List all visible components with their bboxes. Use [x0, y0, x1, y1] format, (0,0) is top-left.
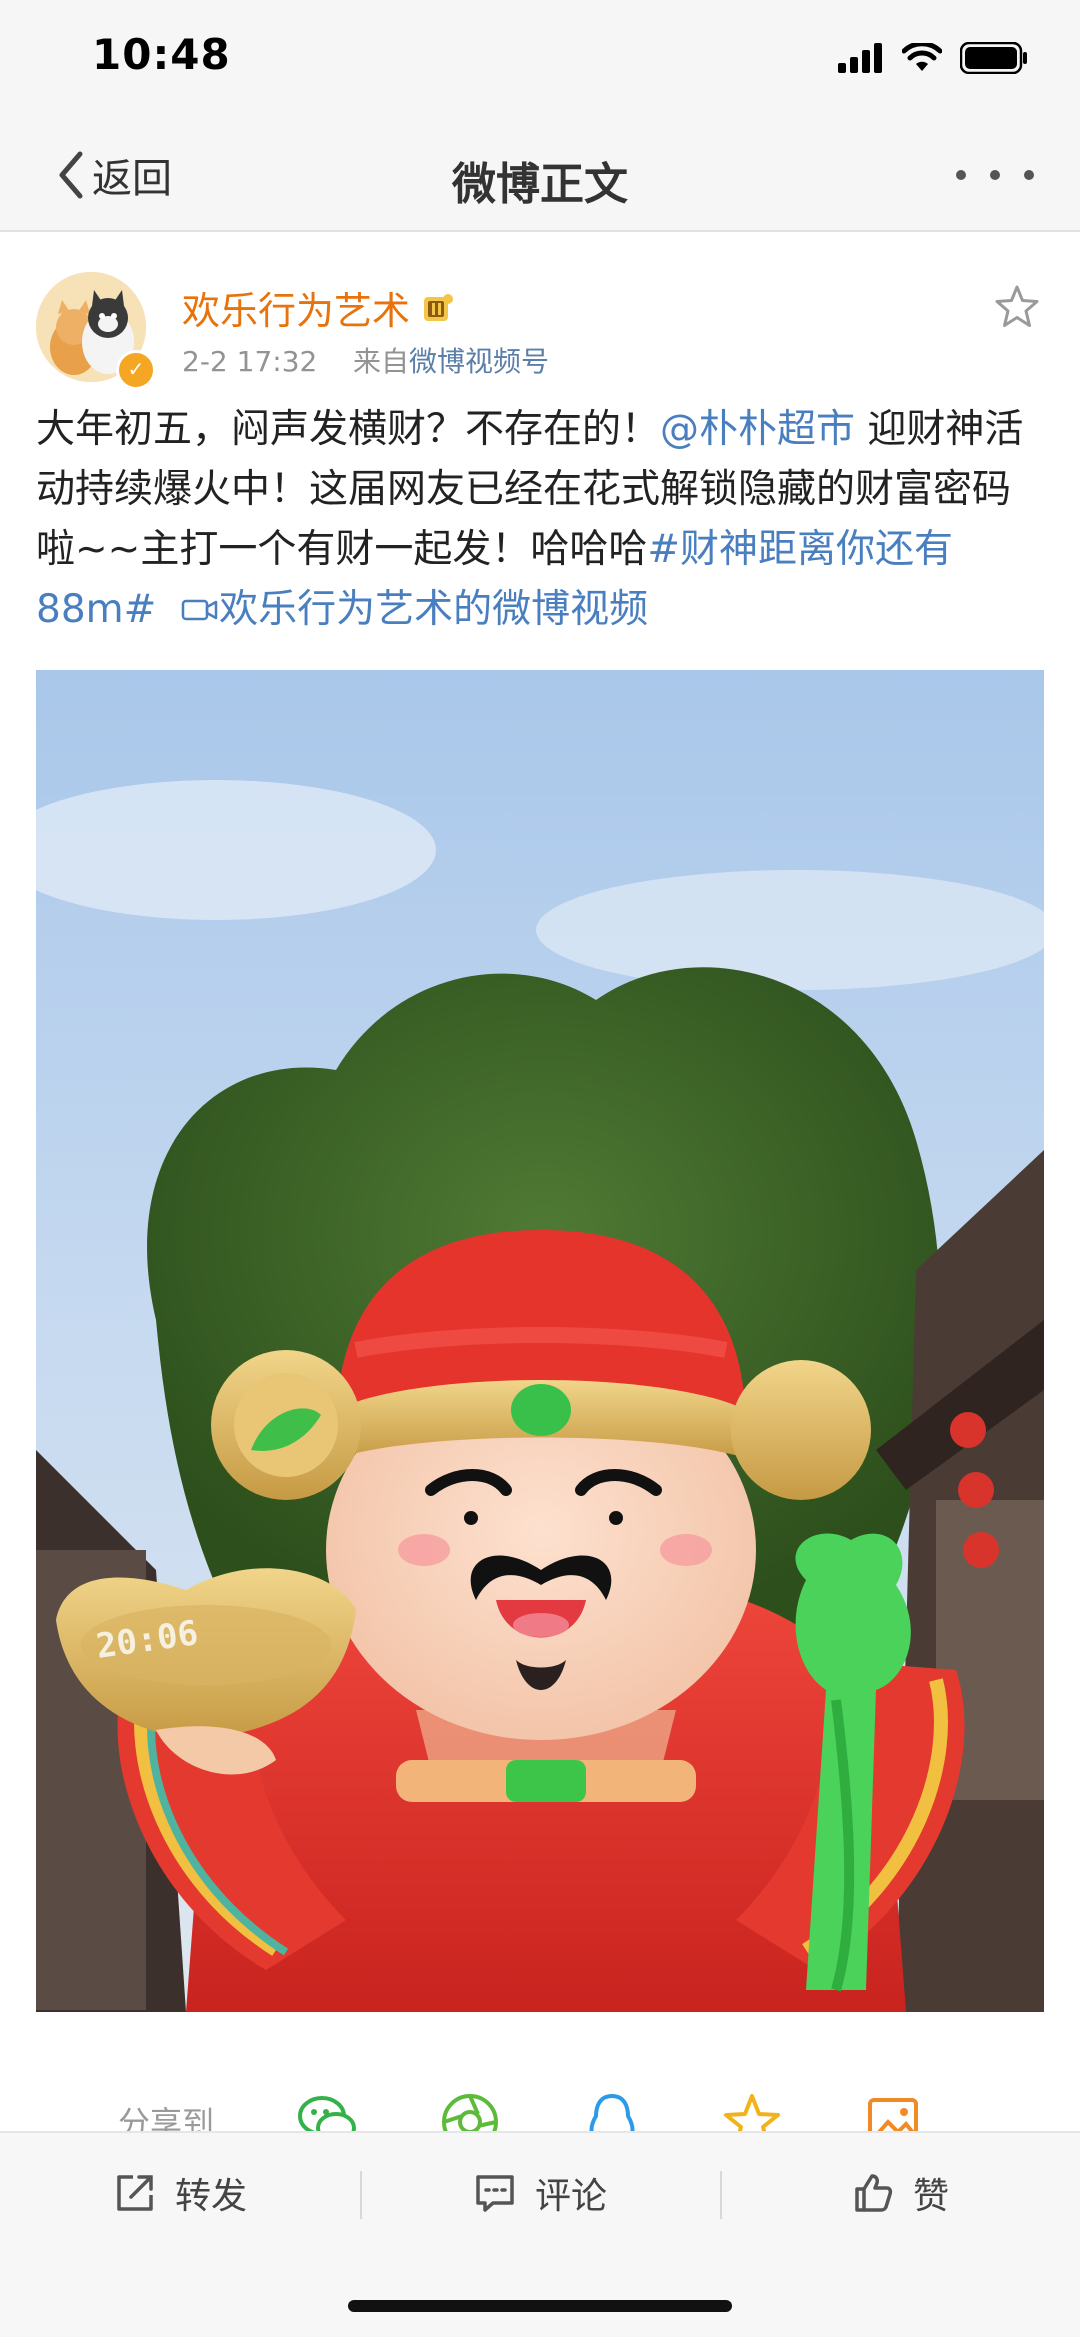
- source-prefix: 来自: [352, 345, 409, 378]
- author-name[interactable]: 欢乐行为艺术: [182, 280, 410, 335]
- god-of-wealth-image: 20:06: [36, 670, 1044, 2012]
- mention-link[interactable]: @朴朴超市: [660, 407, 855, 452]
- thumbs-up-icon: [855, 2174, 893, 2212]
- home-indicator[interactable]: [348, 2300, 732, 2312]
- share-row: 分享到: [0, 2070, 1080, 2150]
- action-bar: 转发 评论 赞: [0, 2131, 1080, 2253]
- status-time: 10:48: [92, 30, 231, 79]
- comment-label: 评论: [534, 2176, 607, 2217]
- post-video-cover[interactable]: 20:06: [36, 670, 1044, 2012]
- post-source-link[interactable]: 微博视频号: [409, 345, 549, 378]
- nav-bar: 返回 微博正文: [0, 120, 1080, 232]
- post-time: 2-2 17:32: [182, 345, 318, 378]
- username-row: 欢乐行为艺术: [182, 280, 454, 335]
- post-meta: 2-2 17:32 来自微博视频号: [182, 340, 549, 380]
- like-button[interactable]: 赞: [720, 2133, 1080, 2253]
- post-header: ✓ 欢乐行为艺术 2-2 17:32 来自微博视频号: [0, 232, 1080, 390]
- member-badge-icon[interactable]: [420, 291, 454, 325]
- more-dot-icon: [956, 170, 966, 180]
- like-label: 赞: [912, 2176, 949, 2217]
- home-indicator-area: [0, 2251, 1080, 2337]
- battery-icon: [960, 42, 1027, 74]
- repost-button[interactable]: 转发: [0, 2133, 360, 2253]
- verified-badge-icon: ✓: [116, 350, 156, 390]
- signal-icon: [838, 43, 882, 73]
- repost-icon: [117, 2175, 153, 2211]
- video-link-label: 欢乐行为艺术的微博视频: [219, 587, 649, 632]
- repost-label: 转发: [174, 2176, 247, 2217]
- more-dot-icon: [1024, 170, 1034, 180]
- post-text-part1: 大年初五，闷声发横财？不存在的！: [36, 407, 661, 452]
- status-bar: 10:48: [0, 0, 1080, 120]
- status-icons: [838, 38, 1028, 78]
- more-dot-icon: [990, 170, 1000, 180]
- favorite-star-icon[interactable]: [992, 282, 1042, 332]
- video-camera-icon: [181, 599, 218, 621]
- comment-button[interactable]: 评论: [360, 2133, 720, 2253]
- page-title: 微博正文: [452, 159, 628, 210]
- wifi-icon: [902, 43, 942, 71]
- more-options-button[interactable]: [950, 150, 1040, 200]
- post-text: 大年初五，闷声发横财？不存在的！@朴朴超市 迎财神活动持续爆火中！这届网友已经在…: [36, 400, 1046, 640]
- avatar[interactable]: ✓: [36, 272, 156, 390]
- video-link[interactable]: 欢乐行为艺术的微博视频: [181, 587, 648, 632]
- comment-icon: [476, 2175, 514, 2212]
